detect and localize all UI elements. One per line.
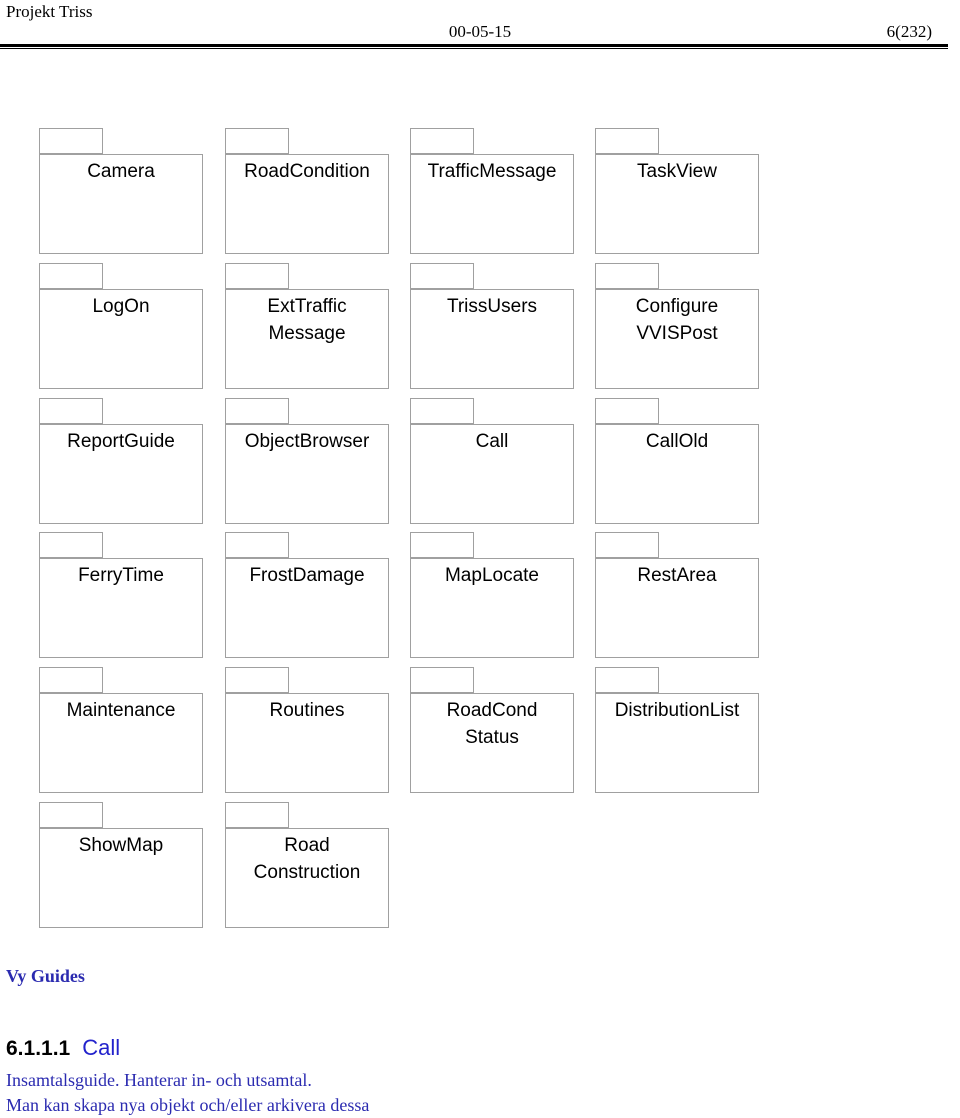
package-tab	[595, 263, 659, 289]
uml-package[interactable]: RestArea	[595, 532, 759, 659]
uml-package[interactable]: LogOn	[39, 263, 203, 390]
package-label: MapLocate	[444, 565, 539, 586]
package-tab	[39, 667, 103, 693]
package-tab	[410, 532, 474, 558]
uml-package-diagram: Camera RoadCondition TrafficMessage TaskVie…	[0, 0, 960, 940]
package-label: ExtTraffic Message	[267, 296, 347, 344]
uml-package[interactable]: Routines	[225, 667, 389, 794]
package-tab	[410, 398, 474, 424]
package-tab	[225, 263, 289, 289]
package-tab	[39, 263, 103, 289]
package-tab	[595, 398, 659, 424]
package-label: FrostDamage	[249, 565, 365, 586]
guides-caption: Vy Guides	[6, 966, 85, 986]
package-label: RoadCondition	[244, 161, 370, 182]
package-tab	[410, 667, 474, 693]
package-tab	[410, 128, 474, 154]
package-label: Configure VVISPost	[635, 296, 719, 344]
package-label: FerryTime	[78, 565, 164, 586]
package-label: Road Construction	[253, 835, 361, 883]
package-tab	[225, 802, 289, 828]
uml-package[interactable]: FerryTime	[39, 532, 203, 659]
package-tab	[39, 128, 103, 154]
section-body-paragraph: Insamtalsguide. Hanterar in- och utsamta…	[6, 1070, 370, 1115]
package-tab	[225, 398, 289, 424]
package-tab	[410, 263, 474, 289]
package-tab	[39, 802, 103, 828]
package-label: LogOn	[92, 296, 150, 317]
uml-package[interactable]: Configure VVISPost	[595, 263, 759, 390]
package-label: TrissUsers	[446, 296, 538, 317]
uml-package[interactable]: Camera	[39, 128, 203, 255]
package-label: TrafficMessage	[427, 161, 557, 182]
package-tab	[39, 398, 103, 424]
package-tab	[39, 532, 103, 558]
uml-package[interactable]: ExtTraffic Message	[225, 263, 389, 390]
package-label: RestArea	[637, 565, 717, 586]
section-title: Call	[82, 1035, 121, 1060]
package-label: RoadCond Status	[446, 700, 538, 748]
package-tab	[225, 667, 289, 693]
package-tab	[595, 128, 659, 154]
package-label: Routines	[269, 700, 345, 721]
uml-package[interactable]: RoadCond Status	[410, 667, 574, 794]
section-heading: 6.1.1.1 Call	[6, 1035, 120, 1061]
uml-package[interactable]: Maintenance	[39, 667, 203, 794]
uml-package[interactable]: Road Construction	[225, 802, 389, 929]
uml-package[interactable]: ObjectBrowser	[225, 398, 389, 525]
package-label: CallOld	[645, 431, 709, 452]
package-label: Maintenance	[66, 700, 176, 721]
package-label: TaskView	[637, 161, 717, 182]
uml-package[interactable]: DistributionList	[595, 667, 759, 794]
package-tab	[225, 128, 289, 154]
uml-package[interactable]: ReportGuide	[39, 398, 203, 525]
uml-package[interactable]: CallOld	[595, 398, 759, 525]
section-number: 6.1.1.1	[6, 1037, 71, 1060]
package-tab	[595, 667, 659, 693]
package-label: Call	[475, 431, 509, 452]
package-label: ReportGuide	[67, 431, 175, 452]
uml-package[interactable]: TrafficMessage	[410, 128, 574, 255]
package-label: ObjectBrowser	[244, 431, 370, 452]
uml-package[interactable]: ShowMap	[39, 802, 203, 929]
package-label: DistributionList	[614, 700, 740, 721]
package-label: Camera	[87, 161, 155, 182]
uml-package[interactable]: Call	[410, 398, 574, 525]
uml-package[interactable]: MapLocate	[410, 532, 574, 659]
package-tab	[595, 532, 659, 558]
uml-package[interactable]: TaskView	[595, 128, 759, 255]
package-label: ShowMap	[78, 835, 164, 856]
package-tab	[225, 532, 289, 558]
uml-package[interactable]: FrostDamage	[225, 532, 389, 659]
uml-package[interactable]: RoadCondition	[225, 128, 389, 255]
uml-package[interactable]: TrissUsers	[410, 263, 574, 390]
